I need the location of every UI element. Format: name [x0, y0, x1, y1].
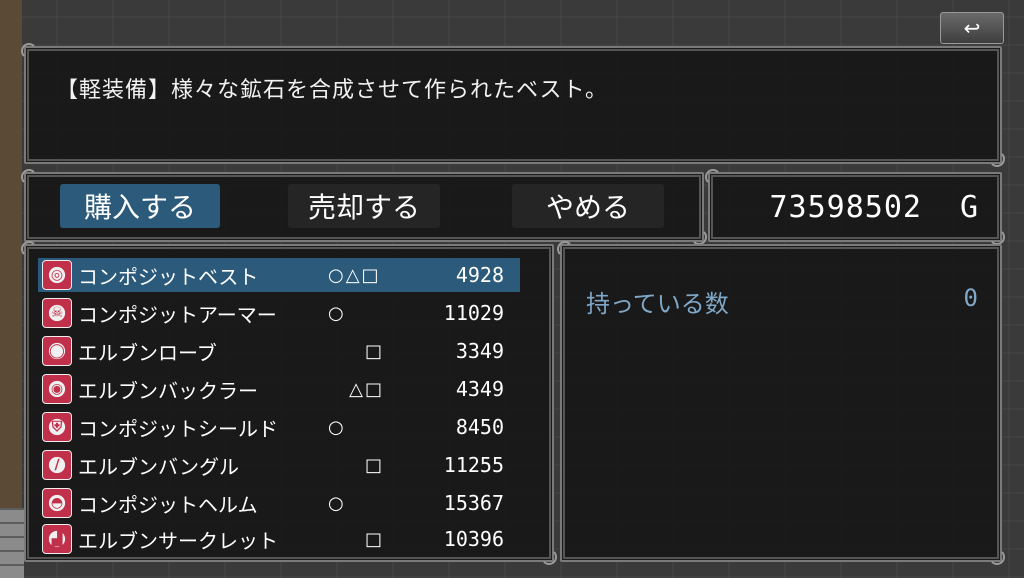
equip-marks: □: [364, 528, 384, 550]
robe-icon: ◯: [42, 336, 72, 366]
list-item[interactable]: ∕ エルブンバングル □ 11255: [38, 448, 520, 482]
equip-marks: □: [364, 340, 384, 362]
equip-marks: △□: [349, 378, 384, 400]
item-name: エルブンサークレット: [78, 528, 278, 553]
item-price: 11255: [443, 453, 504, 477]
item-price: 4928: [455, 263, 504, 287]
gold-amount: 73598502: [769, 190, 922, 225]
item-name: エルブンバックラー: [78, 378, 258, 403]
item-name: コンポジットシールド: [78, 416, 278, 441]
item-price: 10396: [443, 527, 504, 551]
list-item[interactable]: ▟ エルブンサークレット □ 10396: [38, 522, 520, 556]
return-arrow-icon: ↩: [963, 16, 981, 40]
shield-icon: ⛨: [42, 412, 72, 442]
list-item[interactable]: ◓ コンポジットヘルム ○ 15367: [38, 486, 520, 520]
item-price: 3349: [455, 339, 504, 363]
list-item[interactable]: ☠ コンポジットアーマー ○ 11029: [38, 296, 520, 330]
equip-marks: ○: [328, 416, 346, 438]
item-list-window: ◎ コンポジットベスト ○△□ 4928 ☠ コンポジットアーマー ○ 1102…: [21, 241, 557, 565]
list-item[interactable]: ◯ エルブンローブ □ 3349: [38, 334, 520, 368]
list-item[interactable]: ⛨ コンポジットシールド ○ 8450: [38, 410, 520, 444]
circlet-icon: ▟: [42, 524, 72, 554]
item-name: コンポジットヘルム: [78, 492, 258, 517]
cancel-command[interactable]: やめる: [512, 184, 664, 228]
vest-icon: ◎: [42, 260, 72, 290]
gold-unit: G: [959, 190, 978, 225]
back-button[interactable]: ↩: [940, 12, 1004, 44]
bangle-icon: ∕: [42, 450, 72, 480]
help-window: 【軽装備】様々な鉱石を合成させて作られたベスト。: [21, 43, 1005, 167]
list-item[interactable]: ◉ エルブンバックラー △□ 4349: [38, 372, 520, 406]
status-window: 持っている数 0: [557, 241, 1005, 565]
item-name: コンポジットベスト: [78, 264, 259, 289]
equip-marks: □: [364, 454, 384, 476]
item-name: エルブンローブ: [78, 340, 217, 365]
sell-command[interactable]: 売却する: [288, 184, 440, 228]
item-description: 【軽装備】様々な鉱石を合成させて作られたベスト。: [56, 78, 609, 103]
item-price: 15367: [443, 491, 504, 515]
background-bricks: [0, 508, 24, 578]
list-item[interactable]: ◎ コンポジットベスト ○△□ 4928: [38, 258, 520, 292]
gold-window: 73598502 G: [705, 169, 1005, 245]
item-price: 8450: [455, 415, 504, 439]
equip-marks: ○△□: [328, 264, 381, 286]
item-name: エルブンバングル: [78, 454, 239, 479]
buy-command[interactable]: 購入する: [60, 184, 220, 228]
equip-marks: ○: [328, 492, 346, 514]
owned-count-label: 持っている数: [586, 290, 729, 318]
helm-icon: ◓: [42, 488, 72, 518]
item-price: 11029: [443, 301, 504, 325]
background-wall: [0, 0, 22, 578]
owned-count-value: 0: [963, 284, 978, 312]
item-price: 4349: [455, 377, 504, 401]
command-window: 購入する 売却する やめる: [21, 169, 707, 245]
buckler-icon: ◉: [42, 374, 72, 404]
equip-marks: ○: [328, 302, 346, 324]
item-name: コンポジットアーマー: [78, 302, 277, 327]
armor-icon: ☠: [42, 298, 72, 328]
